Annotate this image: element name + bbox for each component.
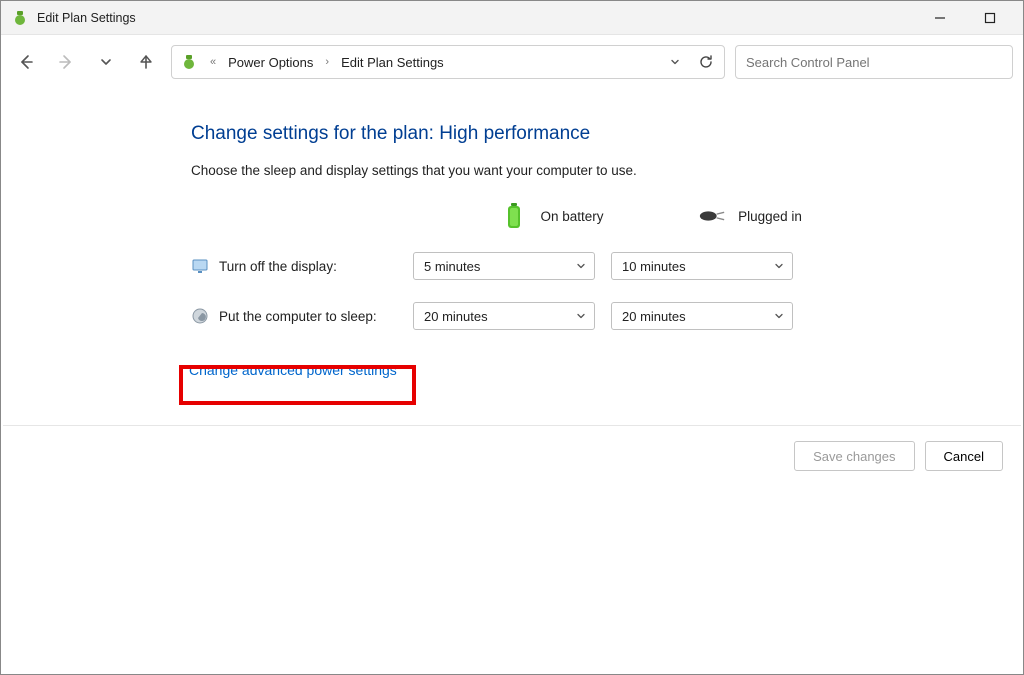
cancel-button[interactable]: Cancel xyxy=(925,441,1003,471)
sleep-setting-row: Put the computer to sleep: 20 minutes 20… xyxy=(191,302,1023,330)
search-input[interactable] xyxy=(746,55,1002,70)
window-controls xyxy=(923,4,1007,32)
maximize-button[interactable] xyxy=(973,4,1007,32)
display-plugged-value: 10 minutes xyxy=(622,259,686,274)
app-icon xyxy=(11,9,29,27)
battery-icon xyxy=(500,202,528,230)
chevron-down-icon xyxy=(774,259,784,274)
breadcrumb-parent[interactable]: Power Options xyxy=(228,55,313,70)
chevron-down-icon xyxy=(576,259,586,274)
address-bar[interactable]: « Power Options › Edit Plan Settings xyxy=(171,45,725,79)
sleep-plugged-value: 20 minutes xyxy=(622,309,686,324)
search-box[interactable] xyxy=(735,45,1013,79)
plugged-header-label: Plugged in xyxy=(738,209,802,224)
footer-buttons: Save changes Cancel xyxy=(794,441,1003,471)
sleep-icon xyxy=(191,307,209,325)
back-button[interactable] xyxy=(11,47,41,77)
refresh-button[interactable] xyxy=(696,52,716,72)
display-battery-value: 5 minutes xyxy=(424,259,480,274)
page-heading: Change settings for the plan: High perfo… xyxy=(191,123,1023,145)
address-dropdown-button[interactable] xyxy=(666,53,684,71)
display-setting-row: Turn off the display: 5 minutes 10 minut… xyxy=(191,252,1023,280)
content-area: Change settings for the plan: High perfo… xyxy=(1,89,1023,382)
plug-icon xyxy=(698,202,726,230)
display-plugged-select[interactable]: 10 minutes xyxy=(611,252,793,280)
display-battery-select[interactable]: 5 minutes xyxy=(413,252,595,280)
up-button[interactable] xyxy=(131,47,161,77)
breadcrumb-current[interactable]: Edit Plan Settings xyxy=(341,55,444,70)
sleep-label: Put the computer to sleep: xyxy=(219,309,377,324)
chevron-right-icon: › xyxy=(321,56,333,68)
chevron-down-icon xyxy=(774,309,784,324)
footer-divider xyxy=(3,425,1021,426)
window-title: Edit Plan Settings xyxy=(37,11,923,25)
window-titlebar: Edit Plan Settings xyxy=(1,1,1023,35)
save-button[interactable]: Save changes xyxy=(794,441,914,471)
page-subtext: Choose the sleep and display settings th… xyxy=(191,163,1023,178)
chevron-down-icon xyxy=(576,309,586,324)
chevron-left-double-icon[interactable]: « xyxy=(206,56,220,68)
display-icon xyxy=(191,257,209,275)
sleep-plugged-select[interactable]: 20 minutes xyxy=(611,302,793,330)
power-mode-headers: On battery Plugged in xyxy=(191,202,1023,230)
recent-locations-button[interactable] xyxy=(91,47,121,77)
display-label: Turn off the display: xyxy=(219,259,337,274)
sleep-battery-select[interactable]: 20 minutes xyxy=(413,302,595,330)
nav-row: « Power Options › Edit Plan Settings xyxy=(1,35,1023,89)
minimize-button[interactable] xyxy=(923,4,957,32)
advanced-power-settings-link[interactable]: Change advanced power settings xyxy=(183,358,403,382)
battery-header-label: On battery xyxy=(540,209,603,224)
location-icon xyxy=(180,53,198,71)
forward-button[interactable] xyxy=(51,47,81,77)
sleep-battery-value: 20 minutes xyxy=(424,309,488,324)
